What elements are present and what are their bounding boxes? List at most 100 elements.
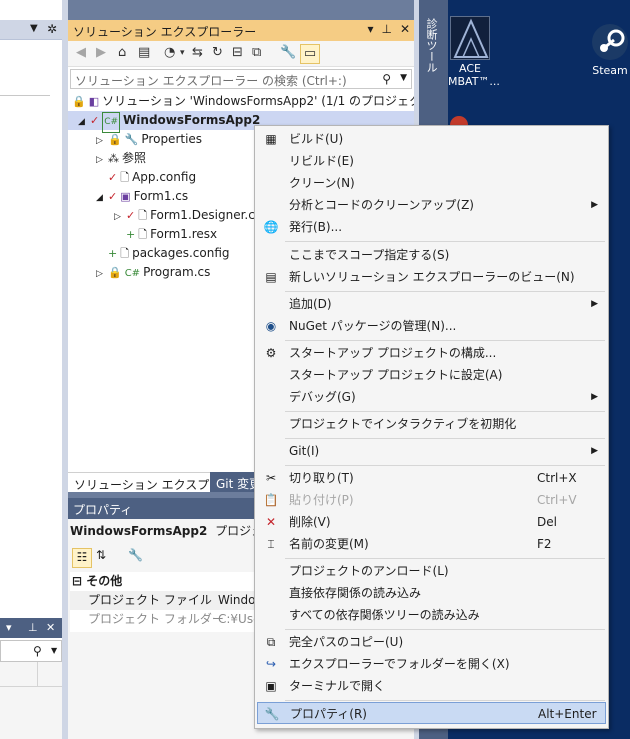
- refresh-icon[interactable]: ↻: [212, 45, 223, 60]
- expanded-arrow-icon[interactable]: ◢: [78, 113, 90, 132]
- desktop-icon-steam[interactable]: Steam: [590, 22, 630, 77]
- chevron-down-icon[interactable]: ▼: [400, 73, 407, 83]
- added-icon: +: [108, 247, 118, 260]
- menu-item-new-view[interactable]: ▤ 新しいソリューション エクスプローラーのビュー(N): [257, 266, 606, 288]
- menu-item-publish[interactable]: 🌐 発行(B)...: [257, 216, 606, 238]
- collapse-icon[interactable]: ⊟: [72, 574, 82, 588]
- home-icon[interactable]: ⌂: [118, 45, 126, 60]
- expanded-arrow-icon[interactable]: ◢: [96, 189, 108, 208]
- menu-item-label: プロジェクトでインタラクティブを初期化: [289, 417, 517, 431]
- menu-item-cut[interactable]: ✂ 切り取り(T) Ctrl+X: [257, 467, 606, 489]
- wrench-icon[interactable]: 🔧: [280, 45, 296, 60]
- chevron-down-icon[interactable]: ▾: [180, 48, 185, 58]
- property-row[interactable]: プロジェクト ファイル Windo: [70, 591, 256, 610]
- tree-item-program[interactable]: ▷ 🔒 C# Program.cs: [96, 263, 210, 282]
- menu-item-shortcut: Del: [537, 515, 557, 529]
- gear-icon[interactable]: ✲: [47, 22, 57, 36]
- search-input[interactable]: ソリューション エクスプローラー の検索 (Ctrl+:) ⚲ ▼: [70, 69, 412, 89]
- categorized-icon[interactable]: ☷: [72, 548, 92, 568]
- pin-icon[interactable]: ⊥: [381, 22, 391, 36]
- pending-changes-filter-icon[interactable]: ◔: [164, 45, 175, 60]
- menu-item-load-all-deps[interactable]: すべての依存関係ツリーの読み込み: [257, 604, 606, 626]
- tree-item-app-config[interactable]: ✓ 🗋 App.config: [108, 168, 196, 187]
- tree-item-form1-designer[interactable]: ▷ ✓ 🗋 Form1.Designer.cs: [114, 206, 254, 225]
- references-icon: ⁂: [108, 152, 119, 165]
- forward-icon[interactable]: ▶: [96, 45, 106, 60]
- tree-item-label: 参照: [122, 151, 147, 165]
- menu-item-rebuild[interactable]: リビルド(E): [257, 150, 606, 172]
- wrench-icon[interactable]: 🔧: [128, 548, 143, 562]
- collapsed-arrow-icon[interactable]: ▷: [96, 265, 108, 284]
- tree-item-label: Form1.Designer.cs: [150, 208, 254, 222]
- close-icon[interactable]: ✕: [46, 621, 55, 634]
- tree-item-form1[interactable]: ◢ ✓ ▣ Form1.cs: [96, 187, 188, 206]
- menu-item-configure-startup[interactable]: ⚙ スタートアップ プロジェクトの構成...: [257, 342, 606, 364]
- menu-item-properties[interactable]: 🔧 プロパティ(R) Alt+Enter: [257, 702, 606, 724]
- search-icon[interactable]: ⚲: [382, 72, 391, 86]
- collapsed-arrow-icon[interactable]: ▷: [96, 151, 108, 170]
- panel-search-input[interactable]: ⚲ ▼: [0, 640, 62, 662]
- menu-item-clean[interactable]: クリーン(N): [257, 172, 606, 194]
- game-icon: [450, 16, 490, 60]
- property-row[interactable]: プロジェクト フォルダー C:¥Use: [70, 610, 256, 629]
- chevron-down-icon[interactable]: ▼: [51, 646, 57, 655]
- rename-icon: ⌶: [267, 537, 275, 551]
- tab-diagnostic-tools[interactable]: 診断ツール: [423, 18, 439, 73]
- menu-item-debug[interactable]: デバッグ(G) ▶: [257, 386, 606, 408]
- solution-explorer-toolbar: ◀ ▶ ⌂ ▤ ◔ ▾ ⇆ ↻ ⊟ ⧉ 🔧 ▭: [68, 41, 414, 67]
- collapse-all-icon[interactable]: ⊟: [232, 45, 243, 60]
- chevron-down-icon[interactable]: ▾: [367, 22, 373, 36]
- preview-icon[interactable]: ▭: [300, 44, 320, 64]
- tree-item-solution[interactable]: 🔒 ◧ ソリューション 'WindowsFormsApp2' (1/1 のプロジェク…: [72, 92, 438, 111]
- category-label: その他: [86, 574, 123, 588]
- category-header[interactable]: ⊟ その他: [72, 572, 122, 591]
- tree-item-label: App.config: [132, 170, 197, 184]
- menu-item-shortcut: Ctrl+X: [537, 471, 577, 485]
- tree-item-properties[interactable]: ▷ 🔒 🔧 Properties: [96, 130, 202, 149]
- resx-file-icon: 🗋: [138, 228, 148, 241]
- menu-item-set-startup[interactable]: スタートアップ プロジェクトに設定(A): [257, 364, 606, 386]
- menu-item-interactive[interactable]: プロジェクトでインタラクティブを初期化: [257, 413, 606, 435]
- menu-item-open-folder[interactable]: ↪ エクスプローラーでフォルダーを開く(X): [257, 653, 606, 675]
- nuget-icon: ◉: [265, 319, 277, 333]
- back-icon[interactable]: ◀: [76, 45, 86, 60]
- show-all-files-icon[interactable]: ⧉: [252, 45, 261, 60]
- menu-item-scope[interactable]: ここまでスコープ指定する(S): [257, 244, 606, 266]
- menu-item-rename[interactable]: ⌶ 名前の変更(M) F2: [257, 533, 606, 555]
- menu-item-load-direct-deps[interactable]: 直接依存関係の読み込み: [257, 582, 606, 604]
- tree-item-references[interactable]: ▷ ⁂ 参照: [96, 149, 146, 168]
- steam-icon: [590, 22, 630, 62]
- config-file-icon: 🗋: [120, 171, 130, 184]
- added-icon: +: [126, 228, 136, 241]
- menu-item-label: 貼り付け(P): [289, 493, 354, 507]
- properties-object-selector[interactable]: WindowsFormsApp2 プロジェクトの: [70, 522, 256, 542]
- menu-item-add[interactable]: 追加(D) ▶: [257, 293, 606, 315]
- chevron-down-icon[interactable]: ▼: [30, 23, 38, 34]
- chevron-down-icon[interactable]: ▾: [6, 621, 12, 634]
- menu-item-delete[interactable]: ✕ 削除(V) Del: [257, 511, 606, 533]
- menu-item-nuget[interactable]: ◉ NuGet パッケージの管理(N)...: [257, 315, 606, 337]
- tree-item-packages-config[interactable]: + 🗋 packages.config: [108, 244, 230, 263]
- menu-item-label: 発行(B)...: [289, 220, 343, 234]
- menu-item-paste[interactable]: 📋 貼り付け(P) Ctrl+V: [257, 489, 606, 511]
- menu-item-copy-path[interactable]: ⧉ 完全パスのコピー(U): [257, 631, 606, 653]
- menu-item-unload[interactable]: プロジェクトのアンロード(L): [257, 560, 606, 582]
- tree-item-form1-resx[interactable]: + 🗋 Form1.resx: [126, 225, 217, 244]
- pin-icon[interactable]: ⊥: [28, 621, 38, 634]
- menu-item-open-terminal[interactable]: ▣ ターミナルで開く: [257, 675, 606, 697]
- sync-icon[interactable]: ⇆: [192, 45, 203, 60]
- menu-item-build[interactable]: ▦ ビルド(U): [257, 128, 606, 150]
- collapsed-arrow-icon[interactable]: ▷: [114, 208, 126, 225]
- search-icon[interactable]: ⚲: [33, 644, 42, 658]
- menu-item-git[interactable]: Git(I) ▶: [257, 440, 606, 462]
- menu-item-label: プロパティ(R): [290, 707, 367, 721]
- alphabetical-icon[interactable]: ⇅: [96, 548, 106, 562]
- tree-item-label: Program.cs: [143, 265, 211, 279]
- switch-views-icon[interactable]: ▤: [138, 45, 150, 60]
- solution-explorer-title-bar: ソリューション エクスプローラー ▾ ⊥ ✕: [68, 20, 414, 41]
- close-icon[interactable]: ✕: [400, 22, 410, 36]
- submenu-arrow-icon: ▶: [591, 200, 598, 210]
- desktop-icon-game[interactable]: ACE MBAT™...: [448, 16, 500, 88]
- property-name: プロジェクト フォルダー: [88, 612, 224, 626]
- menu-item-analyze[interactable]: 分析とコードのクリーンアップ(Z) ▶: [257, 194, 606, 216]
